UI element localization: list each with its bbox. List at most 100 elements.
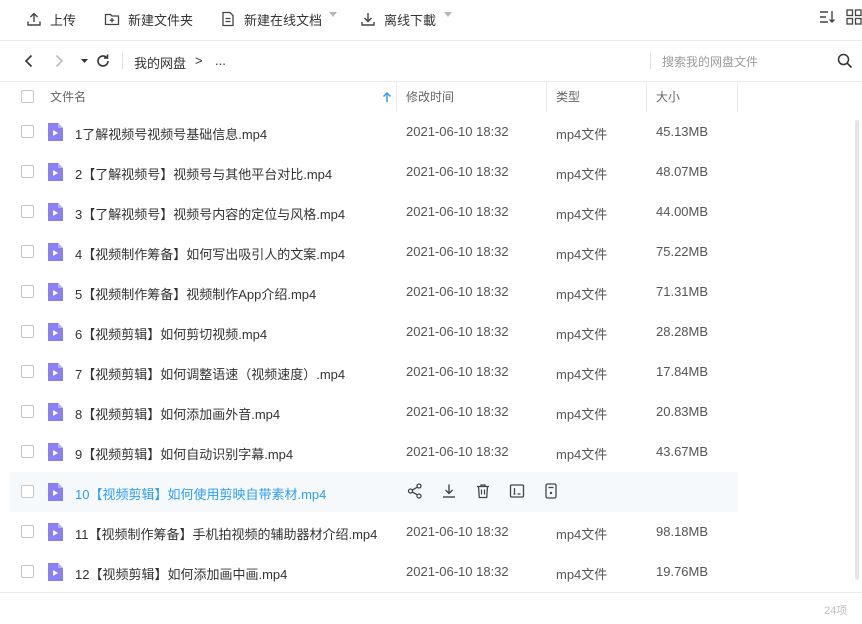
modified-time: 2021-06-10 18:32 [406,164,509,179]
modified-time: 2021-06-10 18:32 [406,564,509,579]
file-size: 44.00MB [656,204,709,219]
table-row[interactable]: 7【视频剪辑】如何调整语速（视频速度）.mp4 2021-06-10 18:32 m… [10,352,738,392]
row-checkbox[interactable] [21,325,34,338]
table-row[interactable]: 1了解视频号视频号基础信息.mp4 2021-06-10 18:32 mp4文件 45… [10,112,738,152]
breadcrumb-more[interactable]: ... [215,53,226,68]
column-header-type[interactable]: 类型 [556,82,580,112]
row-checkbox[interactable] [21,205,34,218]
file-size: 75.22MB [656,244,709,259]
file-name[interactable]: 3【了解视频号】视频号内容的定位与风格.mp4 [75,204,345,223]
forward-arrow-icon[interactable] [50,52,68,70]
row-checkbox[interactable] [21,285,34,298]
file-size: 20.83MB [656,404,709,419]
new-folder-icon [104,13,120,26]
select-all-checkbox[interactable] [21,90,34,103]
video-file-icon [48,363,63,381]
sort-icon[interactable] [818,8,836,26]
file-type: mp4文件 [556,287,608,302]
row-checkbox[interactable] [21,525,34,538]
row-checkbox[interactable] [21,405,34,418]
download-icon [361,13,375,26]
table-row[interactable]: 9【视频剪辑】如何自动识别字幕.mp4 2021-06-10 18:32 mp4文件… [10,432,738,472]
column-header-name[interactable]: 文件名 [50,82,86,112]
row-checkbox[interactable] [21,365,34,378]
table-row[interactable]: 5【视频制作筹备】视频制作App介绍.mp4 2021-06-10 18:32 mp… [10,272,738,312]
toolbar: 上传 新建文件夹 新建在线文档 离线下載 [0,0,862,41]
file-name[interactable]: 6【视频剪辑】如何剪切视频.mp4 [75,324,267,343]
file-type: mp4文件 [556,247,608,262]
table-row[interactable]: 11【视频制作筹备】手机拍视频的辅助器材介绍.mp4 2021-06-10 18:… [10,512,738,552]
row-checkbox[interactable] [21,565,34,578]
table-row[interactable]: 8【视频剪辑】如何添加画外音.mp4 2021-06-10 18:32 mp4文件 2… [10,392,738,432]
row-checkbox[interactable] [21,485,34,498]
search-icon[interactable] [836,52,854,70]
modified-time: 2021-06-10 18:32 [406,284,509,299]
back-arrow-icon[interactable] [20,52,38,70]
row-checkbox[interactable] [21,445,34,458]
file-name[interactable]: 5【视频制作筹备】视频制作App介绍.mp4 [75,284,316,303]
file-name[interactable]: 1了解视频号视频号基础信息.mp4 [75,124,267,143]
table-row[interactable]: 6【视频剪辑】如何剪切视频.mp4 2021-06-10 18:32 mp4文件 28… [10,312,738,352]
sort-ascending-arrow-icon[interactable] [382,91,392,103]
video-file-icon [48,243,63,261]
modified-time: 2021-06-10 18:32 [406,124,509,139]
row-checkbox[interactable] [21,165,34,178]
share-icon[interactable] [406,482,424,500]
modified-time: 2021-06-10 18:32 [406,524,509,539]
video-file-icon [48,123,63,141]
history-dropdown-icon[interactable] [76,52,94,70]
offline-download-button[interactable]: 离线下載 [360,8,436,30]
column-divider [546,82,547,112]
row-checkbox[interactable] [21,245,34,258]
refresh-icon[interactable] [94,52,112,70]
table-row[interactable]: 12【视频剪辑】如何添加画中画.mp4 2021-06-10 18:32 mp4文件… [10,552,738,592]
rename-icon[interactable] [508,482,526,500]
table-row[interactable]: 2【了解视频号】视频号与其他平台对比.mp4 2021-06-10 18:32 mp… [10,152,738,192]
modified-time: 2021-06-10 18:32 [406,364,509,379]
file-size: 17.84MB [656,364,709,379]
breadcrumb-root[interactable]: 我的网盘 [134,53,186,72]
table-row[interactable]: 4【视频制作筹备】如何写出吸引人的文案.mp4 2021-06-10 18:32 m… [10,232,738,272]
file-name[interactable]: 4【视频制作筹备】如何写出吸引人的文案.mp4 [75,244,345,263]
file-name[interactable]: 2【了解视频号】视频号与其他平台对比.mp4 [75,164,332,183]
navigation-bar: 我的网盘 > ... [0,41,862,82]
download-icon[interactable] [440,482,458,500]
new-doc-dropdown-caret-icon[interactable] [329,12,337,17]
file-type: mp4文件 [556,207,608,222]
new-online-doc-button[interactable]: 新建在线文档 [220,8,322,30]
delete-icon[interactable] [474,482,492,500]
file-name[interactable]: 12【视频剪辑】如何添加画中画.mp4 [75,564,287,583]
video-file-icon [48,163,63,181]
video-file-icon [48,403,63,421]
more-options-icon[interactable] [542,482,560,500]
file-type: mp4文件 [556,527,608,542]
video-file-icon [48,283,63,301]
file-name[interactable]: 10【视频剪辑】如何使用剪映自带素材.mp4 [75,484,326,503]
table-row[interactable]: 10【视频剪辑】如何使用剪映自带素材.mp4 [10,472,738,512]
new-folder-label: 新建文件夹 [128,12,194,28]
column-header-modified[interactable]: 修改时间 [406,82,454,112]
upload-button[interactable]: 上传 [26,8,76,30]
file-name[interactable]: 8【视频剪辑】如何添加画外音.mp4 [75,404,280,423]
table-row[interactable]: 3【了解视频号】视频号内容的定位与风格.mp4 2021-06-10 18:32 m… [10,192,738,232]
file-name[interactable]: 7【视频剪辑】如何调整语速（视频速度）.mp4 [75,364,345,383]
offline-download-dropdown-caret-icon[interactable] [444,12,452,17]
grid-view-icon[interactable] [845,8,862,26]
modified-time: 2021-06-10 18:32 [406,244,509,259]
vertical-scrollbar[interactable] [855,120,859,580]
row-checkbox[interactable] [21,125,34,138]
upload-label: 上传 [50,12,77,28]
item-count: 24项 [824,605,848,617]
file-size: 98.18MB [656,524,709,539]
column-header-size[interactable]: 大小 [656,82,680,112]
file-name[interactable]: 9【视频剪辑】如何自动识别字幕.mp4 [75,444,293,463]
document-icon [222,11,234,27]
search-input[interactable] [660,50,834,74]
file-name[interactable]: 11【视频制作筹备】手机拍视频的辅助器材介绍.mp4 [75,524,377,543]
footer-divider [0,592,862,593]
file-size: 43.67MB [656,444,709,459]
file-type: mp4文件 [556,407,608,422]
breadcrumb-separator: > [195,53,203,68]
new-folder-button[interactable]: 新建文件夹 [104,8,193,30]
modified-time: 2021-06-10 18:32 [406,324,509,339]
